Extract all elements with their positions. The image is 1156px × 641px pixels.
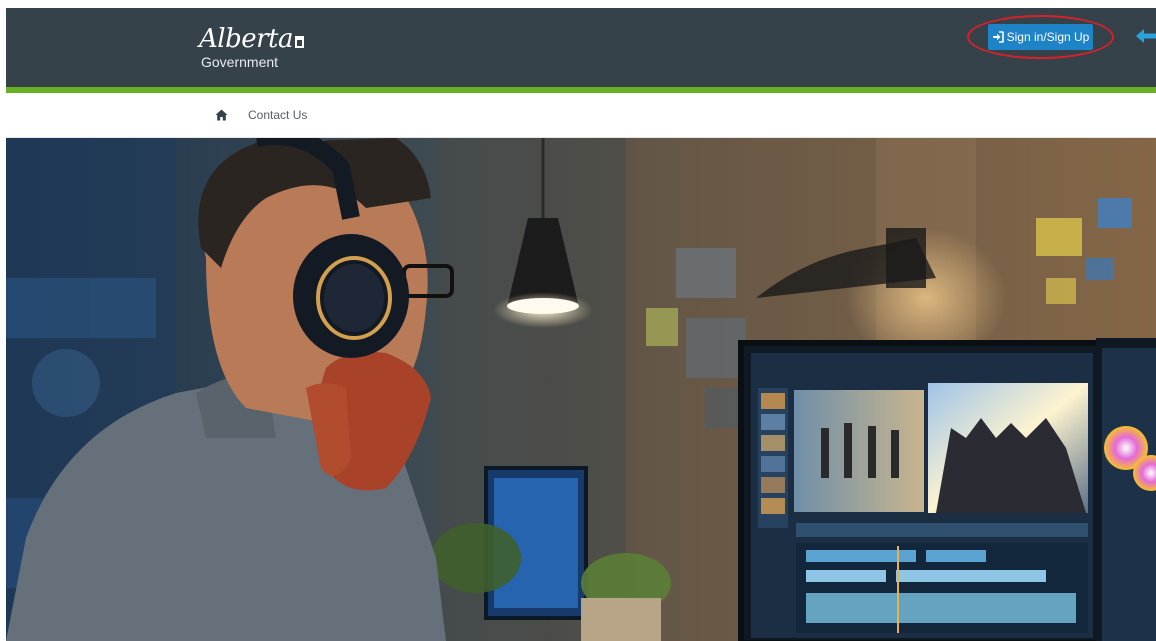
sign-in-sign-up-button[interactable]: Sign in/Sign Up bbox=[988, 24, 1093, 50]
alberta-government-logo[interactable]: Alberta Government bbox=[199, 26, 304, 70]
nav-bar: Contact Us bbox=[6, 93, 1156, 138]
annotation-arrow-icon bbox=[1136, 29, 1156, 43]
sign-in-icon bbox=[992, 31, 1004, 43]
logo-mark-icon bbox=[295, 36, 304, 48]
hero-image bbox=[6, 138, 1156, 641]
logo-subtitle: Government bbox=[201, 54, 279, 70]
page: Alberta Government Sign in/Sign Up Conta… bbox=[0, 0, 1156, 641]
video-editor-photo bbox=[6, 138, 1156, 641]
home-icon[interactable] bbox=[215, 109, 228, 121]
nav-link-contact-us[interactable]: Contact Us bbox=[248, 108, 307, 122]
logo-wordmark: Alberta bbox=[199, 26, 304, 52]
logo-script-text: Alberta bbox=[199, 24, 294, 54]
sign-in-button-label: Sign in/Sign Up bbox=[1006, 30, 1090, 44]
